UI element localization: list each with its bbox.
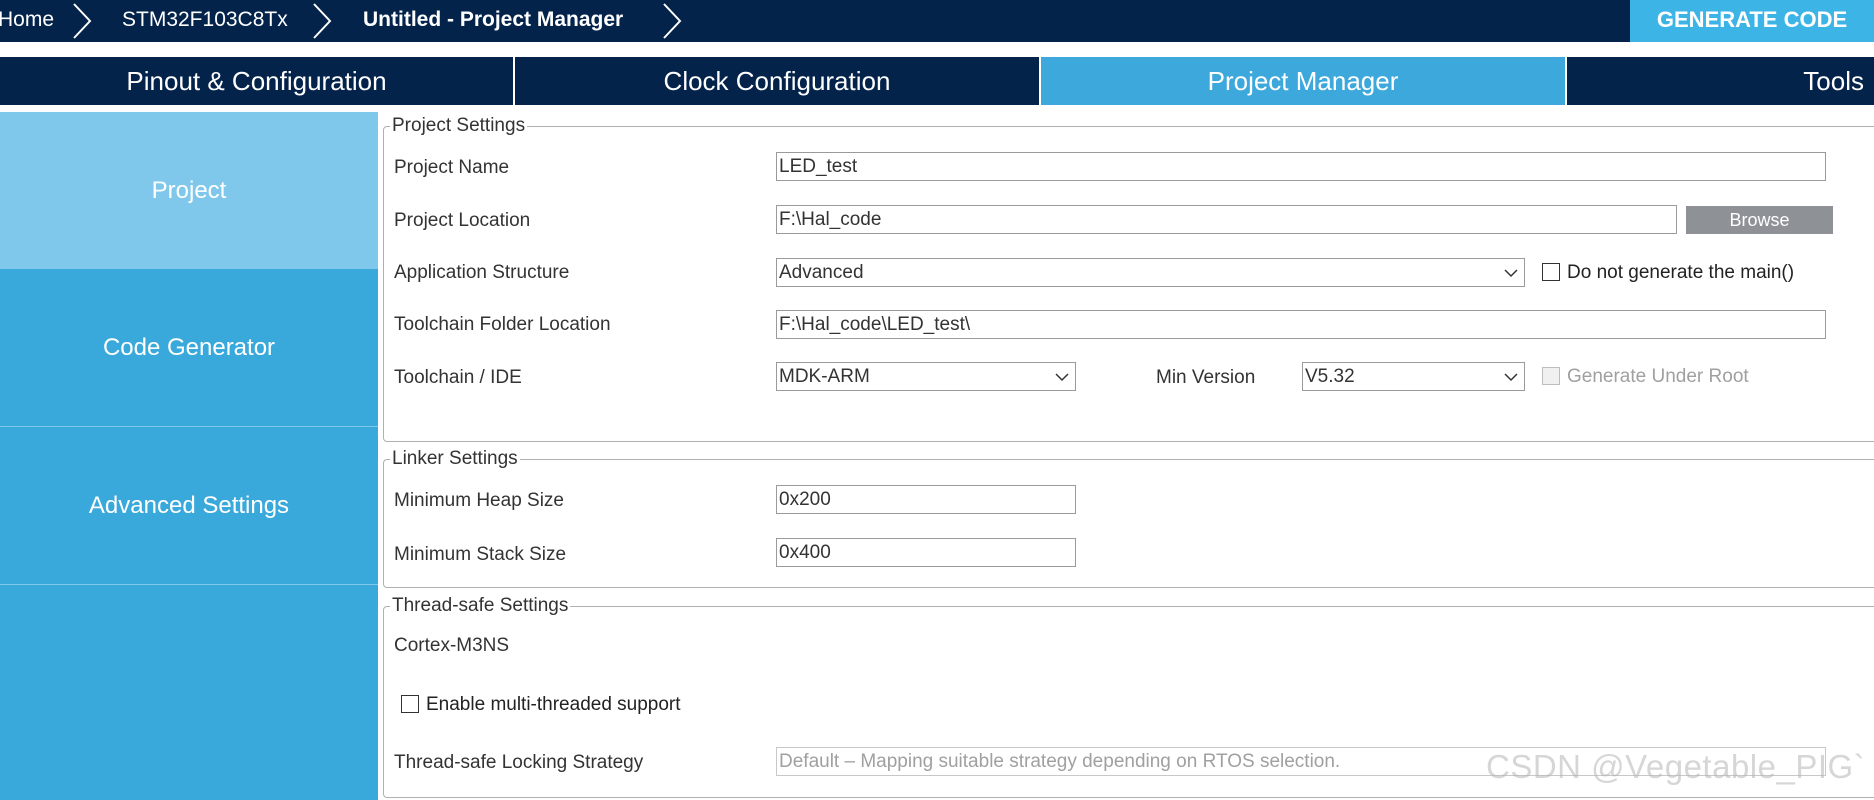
sidebar-item-code-generator[interactable]: Code Generator [0,269,378,427]
chevron-down-icon [1055,373,1069,382]
enable-multithreaded-checkbox[interactable] [401,695,419,713]
toolchain-folder-label: Toolchain Folder Location [394,314,611,335]
chevron-down-icon [1504,269,1518,278]
project-settings-legend: Project Settings [390,115,528,137]
sidebar-item-advanced-settings[interactable]: Advanced Settings [0,427,378,585]
locking-strategy-label: Thread-safe Locking Strategy [394,752,644,773]
main-tabs: Pinout & Configuration Clock Configurati… [0,57,1874,105]
thread-safe-settings-legend: Thread-safe Settings [390,595,571,617]
linker-settings-legend: Linker Settings [390,448,520,470]
project-name-input[interactable]: LED_test [776,152,1826,181]
breadcrumb-current[interactable]: Untitled - Project Manager [363,0,623,42]
min-version-label: Min Version [1156,367,1256,388]
browse-button[interactable]: Browse [1686,206,1833,234]
do-not-generate-main-label: Do not generate the main() [1567,262,1795,283]
enable-multithreaded-label: Enable multi-threaded support [426,694,681,715]
chevron-right-icon [73,3,92,39]
tab-clock-configuration[interactable]: Clock Configuration [515,57,1041,105]
chevron-down-icon [1504,373,1518,382]
breadcrumb: Home STM32F103C8Tx Untitled - Project Ma… [0,0,1874,42]
sidebar-item-project[interactable]: Project [0,112,378,269]
application-structure-label: Application Structure [394,262,570,283]
minimum-stack-size-label: Minimum Stack Size [394,544,567,565]
watermark: CSDN @Vegetable_PIG` [1486,748,1866,785]
chevron-right-icon [313,3,332,39]
application-structure-select[interactable]: Advanced [776,258,1525,287]
minimum-heap-size-input[interactable]: 0x200 [776,485,1076,514]
sidebar: Project Code Generator Advanced Settings [0,112,378,800]
generate-under-root-checkbox[interactable] [1542,367,1560,385]
project-location-label: Project Location [394,210,531,231]
tab-tools[interactable]: Tools [1567,57,1874,105]
do-not-generate-main-checkbox[interactable] [1542,263,1560,281]
toolchain-ide-select[interactable]: MDK-ARM [776,362,1076,391]
chevron-right-icon [663,3,682,39]
generate-code-button[interactable]: GENERATE CODE [1630,0,1874,42]
minimum-heap-size-label: Minimum Heap Size [394,490,564,511]
linker-settings-group: Linker Settings Minimum Heap Size 0x200 … [383,448,1874,588]
min-version-select[interactable]: V5.32 [1302,362,1525,391]
tab-project-manager[interactable]: Project Manager [1041,57,1567,105]
tab-pinout-configuration[interactable]: Pinout & Configuration [0,57,515,105]
core-label: Cortex-M3NS [394,635,510,656]
min-version-value: V5.32 [1305,366,1355,387]
toolchain-ide-label: Toolchain / IDE [394,367,522,388]
toolchain-folder-input[interactable]: F:\Hal_code\LED_test\ [776,310,1826,339]
generate-under-root-label: Generate Under Root [1567,366,1749,387]
breadcrumb-device[interactable]: STM32F103C8Tx [122,0,288,42]
toolchain-ide-value: MDK-ARM [779,366,870,387]
application-structure-value: Advanced [779,262,864,283]
project-settings-group: Project Settings Project Name LED_test P… [383,115,1874,442]
breadcrumb-home[interactable]: Home [0,0,54,42]
project-name-label: Project Name [394,157,510,178]
minimum-stack-size-input[interactable]: 0x400 [776,538,1076,567]
project-location-input[interactable]: F:\Hal_code [776,205,1677,234]
